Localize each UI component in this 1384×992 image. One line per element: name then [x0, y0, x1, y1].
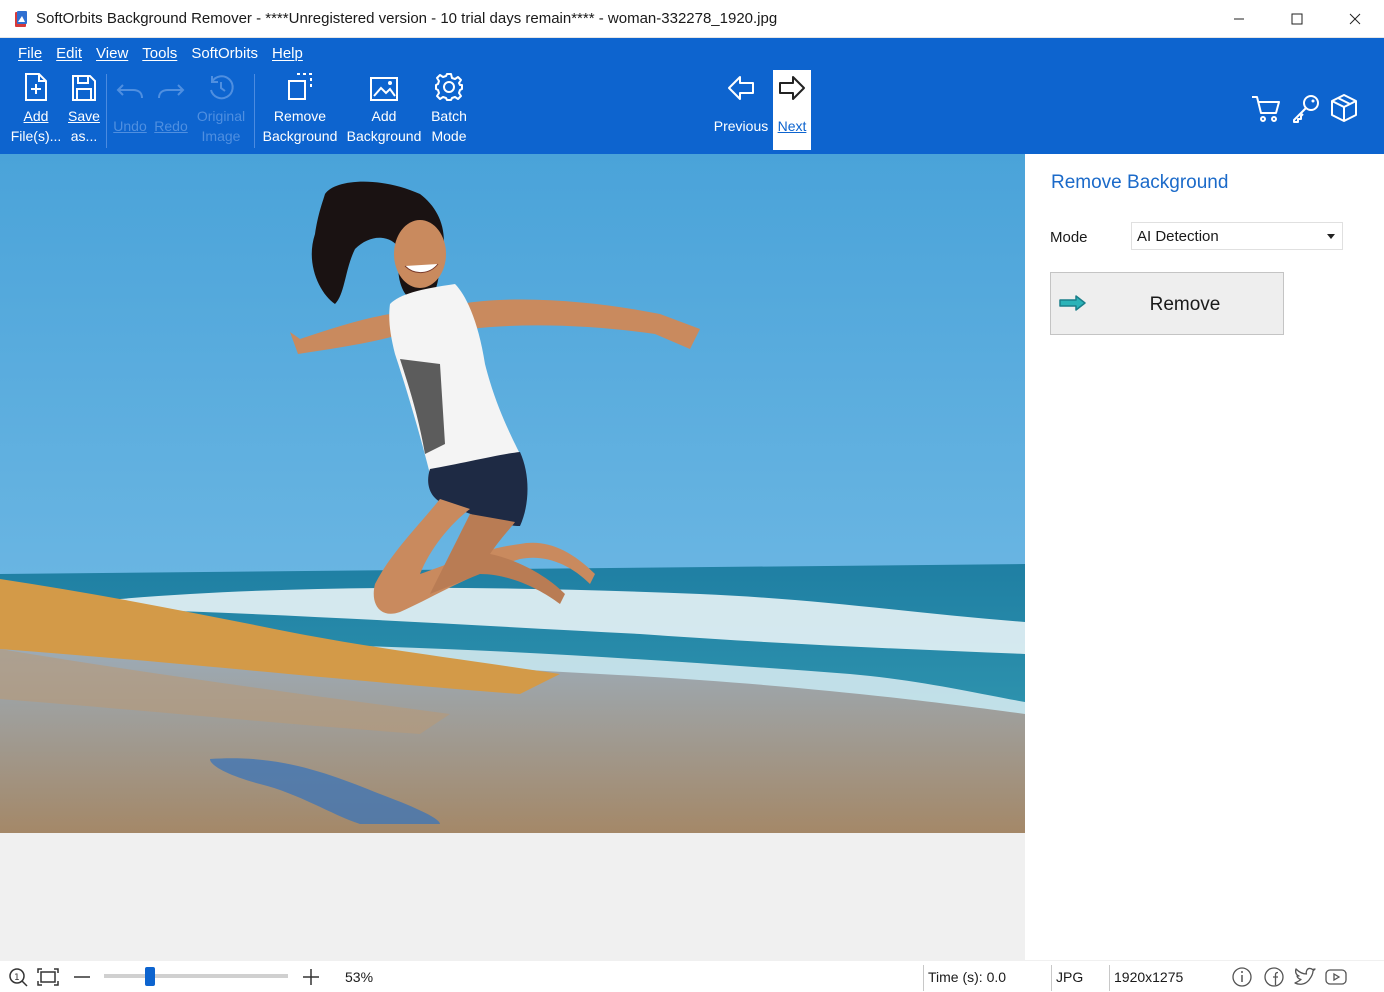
undo-button[interactable]: Undo: [110, 68, 150, 154]
history-icon: [207, 68, 235, 106]
next-button[interactable]: Next: [773, 68, 811, 154]
batch-mode-label-1: Batch: [431, 108, 467, 124]
panel-title: Remove Background: [1051, 172, 1229, 193]
zoom-fit-icon[interactable]: 1: [8, 961, 28, 992]
facebook-icon[interactable]: [1263, 961, 1285, 992]
menu-tools[interactable]: Tools: [142, 45, 177, 62]
previous-label: Previous: [713, 118, 769, 134]
toolbar: Add File(s)... Save as... Undo Redo Orig…: [0, 68, 1384, 154]
menu-bar: File Edit View Tools SoftOrbits Help: [0, 38, 1384, 68]
gear-icon: [434, 68, 464, 106]
zoom-out-icon[interactable]: [73, 961, 91, 992]
image-format: JPG: [1056, 969, 1084, 985]
toolbar-separator: [106, 74, 107, 148]
remove-button[interactable]: Remove: [1050, 272, 1284, 335]
status-divider: [1051, 965, 1052, 991]
save-as-label-2: as...: [70, 128, 98, 144]
remove-background-label-1: Remove: [273, 108, 327, 124]
remove-background-icon: [286, 68, 314, 106]
status-divider: [1109, 965, 1110, 991]
mode-select-value: AI Detection: [1137, 228, 1219, 245]
image-icon: [369, 68, 399, 106]
original-image-label-2: Image: [201, 128, 241, 144]
arrow-left-icon: [726, 68, 756, 106]
cart-icon[interactable]: [1250, 92, 1282, 129]
zoom-in-icon[interactable]: [302, 961, 320, 992]
image-canvas[interactable]: [0, 154, 1025, 960]
info-icon[interactable]: [1231, 961, 1253, 992]
time-readout: Time (s): 0.0: [928, 969, 1007, 985]
zoom-percent: 53%: [345, 969, 374, 985]
next-label: Next: [777, 118, 807, 134]
add-background-label-1: Add: [371, 108, 397, 124]
remove-background-panel: Remove Background Mode AI Detection Remo…: [1025, 154, 1384, 960]
remove-button-label: Remove: [1149, 294, 1221, 315]
mode-label: Mode: [1050, 229, 1088, 246]
menu-edit[interactable]: Edit: [56, 45, 82, 62]
menu-softorbits[interactable]: SoftOrbits: [191, 45, 258, 62]
remove-background-button[interactable]: Remove Background: [258, 68, 342, 154]
redo-button[interactable]: Redo: [150, 68, 192, 154]
app-logo-icon: [13, 10, 29, 28]
original-image-button[interactable]: Original Image: [192, 68, 250, 154]
minimize-button[interactable]: [1210, 0, 1268, 38]
toolbar-separator: [254, 74, 255, 148]
twitter-icon[interactable]: [1293, 961, 1317, 992]
box-icon[interactable]: [1328, 92, 1360, 129]
redo-label: Redo: [154, 118, 188, 134]
photo-woman-jumping-on-beach: [0, 154, 1025, 833]
undo-label: Undo: [113, 118, 147, 134]
add-files-label-2: File(s)...: [10, 128, 62, 144]
batch-mode-label-2: Mode: [431, 128, 467, 144]
key-icon[interactable]: [1290, 92, 1322, 129]
window-title: SoftOrbits Background Remover - ****Unre…: [36, 10, 778, 27]
status-bar: 1 53% Time (s): 0.0 JPG 1920x1275: [0, 960, 1384, 992]
maximize-button[interactable]: [1268, 0, 1326, 38]
original-image-label-1: Original: [196, 108, 246, 124]
menu-help[interactable]: Help: [272, 45, 303, 62]
youtube-icon[interactable]: [1324, 961, 1348, 992]
save-icon: [71, 68, 97, 106]
remove-background-label-2: Background: [262, 128, 338, 144]
zoom-slider-thumb[interactable]: [145, 967, 155, 986]
svg-text:1: 1: [14, 973, 20, 983]
save-as-label-1: Save: [68, 108, 100, 124]
fit-to-window-icon[interactable]: [37, 961, 59, 992]
save-as-button[interactable]: Save as...: [64, 68, 104, 154]
menu-file[interactable]: File: [18, 45, 42, 62]
add-files-label-1: Add: [23, 108, 49, 124]
add-background-label-2: Background: [346, 128, 422, 144]
add-background-button[interactable]: Add Background: [343, 68, 425, 154]
undo-icon: [115, 68, 145, 106]
mode-select[interactable]: AI Detection: [1131, 222, 1343, 250]
previous-button[interactable]: Previous: [712, 68, 770, 154]
batch-mode-button[interactable]: Batch Mode: [427, 68, 471, 154]
zoom-slider[interactable]: [104, 974, 288, 978]
add-files-button[interactable]: Add File(s)...: [8, 68, 64, 154]
title-bar: SoftOrbits Background Remover - ****Unre…: [0, 0, 1384, 38]
add-file-icon: [23, 68, 49, 106]
arrow-right-icon: [777, 68, 807, 106]
close-button[interactable]: [1326, 0, 1384, 38]
menu-view[interactable]: View: [96, 45, 128, 62]
image-dimensions: 1920x1275: [1114, 969, 1184, 985]
redo-icon: [156, 68, 186, 106]
chevron-down-icon: [1327, 234, 1335, 239]
status-divider: [923, 965, 924, 991]
